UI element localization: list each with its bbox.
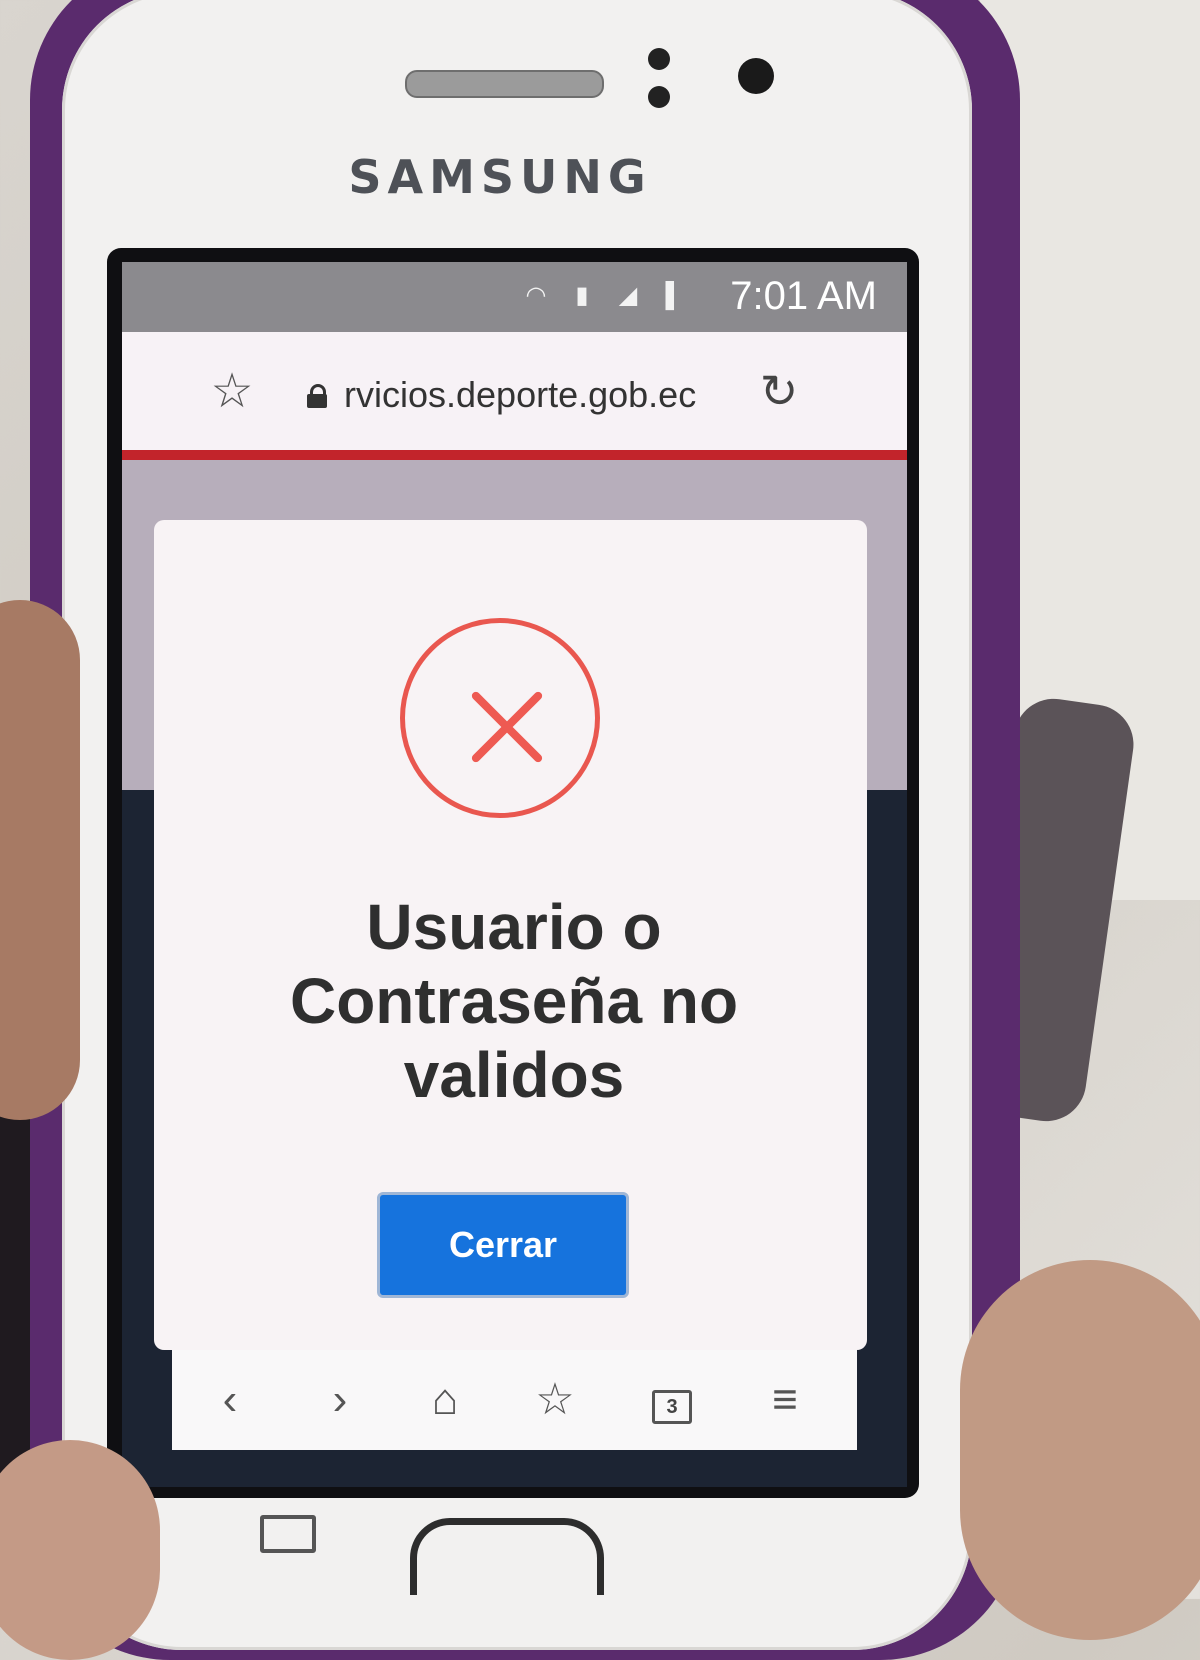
address-bar[interactable]: ☆ rvicios.deporte.gob.ec ↻ xyxy=(122,332,907,450)
url-text[interactable]: rvicios.deporte.gob.ec xyxy=(344,374,696,416)
home-icon[interactable]: ⌂ xyxy=(417,1372,473,1428)
error-x-icon xyxy=(467,681,547,761)
browser-bottom-nav: ‹ › ⌂ ☆ 3 ≡ xyxy=(172,1350,857,1450)
earpiece xyxy=(405,70,604,98)
proximity-sensor xyxy=(648,48,670,70)
hand-left xyxy=(0,600,80,1120)
reload-icon[interactable]: ↻ xyxy=(754,366,804,416)
front-camera xyxy=(738,58,774,94)
back-icon[interactable]: ‹ xyxy=(202,1372,258,1428)
error-icon-circle xyxy=(400,618,600,818)
menu-icon[interactable]: ≡ xyxy=(757,1372,813,1428)
sim-icon: ▮ xyxy=(575,282,589,309)
page-load-progress xyxy=(122,450,907,460)
status-bar: ◠ ▮ ◢ ▌ 7:01 AM xyxy=(122,262,907,332)
light-sensor xyxy=(648,86,670,108)
hand-bottom-left xyxy=(0,1440,160,1660)
hand-right xyxy=(960,1260,1200,1640)
recent-apps-key[interactable] xyxy=(260,1515,316,1553)
wifi-icon: ◠ xyxy=(525,282,547,309)
status-time: 7:01 AM xyxy=(730,274,877,318)
home-key[interactable] xyxy=(410,1518,604,1595)
signal-icon: ◢ xyxy=(618,282,638,309)
error-dialog: Usuario o Contraseña no validos Cerrar xyxy=(154,520,867,1350)
brand-logo: SAMSUNG xyxy=(348,150,652,204)
lock-icon xyxy=(307,384,327,408)
dialog-title: Usuario o Contraseña no validos xyxy=(289,891,739,1111)
forward-icon[interactable]: › xyxy=(312,1372,368,1428)
screen: ◠ ▮ ◢ ▌ 7:01 AM ☆ rvicios.deporte.gob.ec… xyxy=(122,262,907,1487)
bookmarks-icon[interactable]: ☆ xyxy=(527,1372,583,1428)
close-button[interactable]: Cerrar xyxy=(377,1192,629,1298)
star-icon[interactable]: ☆ xyxy=(204,364,260,420)
tabs-icon[interactable]: 3 xyxy=(652,1390,692,1424)
battery-icon: ▌ xyxy=(665,282,683,309)
status-icons: ◠ ▮ ◢ ▌ xyxy=(522,282,688,310)
